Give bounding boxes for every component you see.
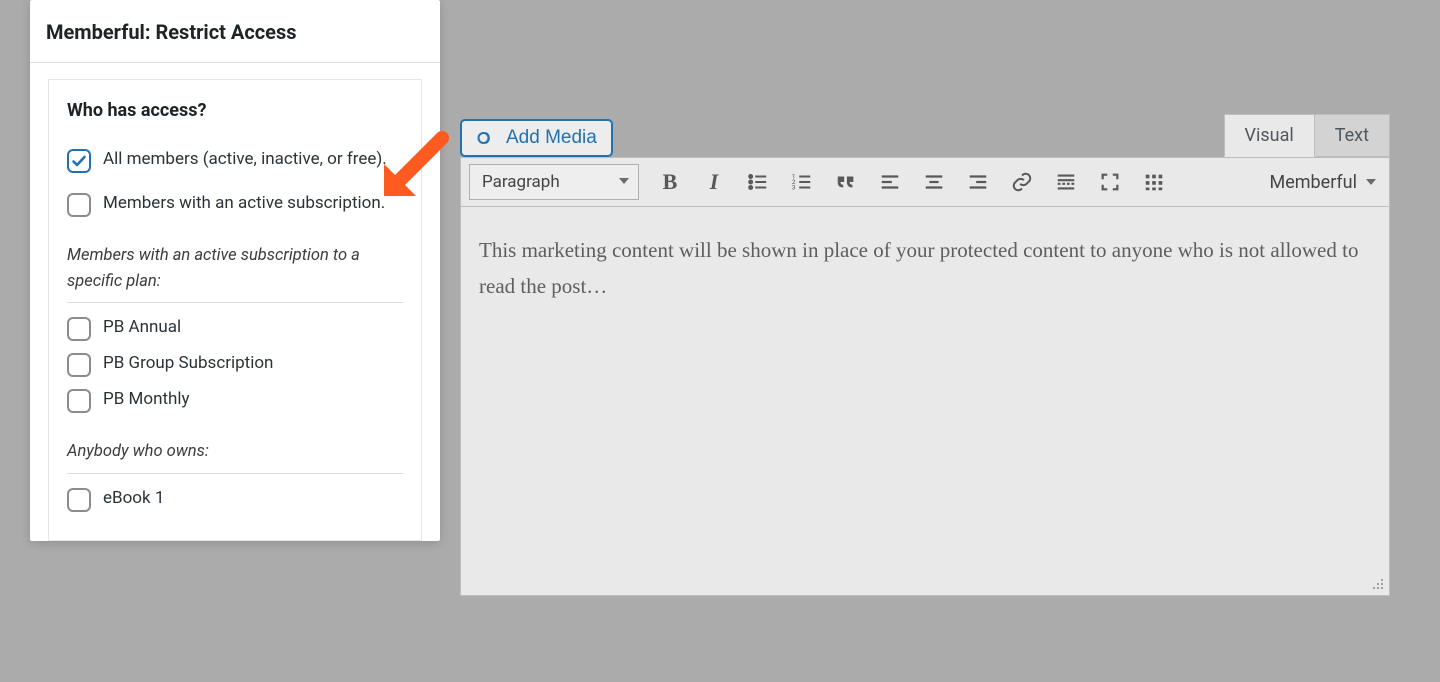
- owns-label: eBook 1: [103, 486, 164, 512]
- align-left-button[interactable]: [869, 161, 911, 203]
- option-label: All members (active, inactive, or free).: [103, 147, 387, 173]
- bullet-list-button[interactable]: [737, 161, 779, 203]
- checkbox-icon: [67, 353, 91, 377]
- checkbox-icon: [67, 317, 91, 341]
- resize-handle-icon[interactable]: [1369, 575, 1385, 591]
- editor-tabs: Visual Text: [1224, 114, 1390, 157]
- add-media-button[interactable]: Add Media: [460, 119, 613, 157]
- panel-body: Who has access? All members (active, ina…: [48, 79, 422, 541]
- panel-title: Memberful: Restrict Access: [30, 0, 440, 63]
- tab-visual[interactable]: Visual: [1224, 114, 1315, 157]
- plans-section-label: Members with an active subscription to a…: [67, 243, 403, 303]
- link-button[interactable]: [1001, 161, 1043, 203]
- owns-section-label: Anybody who owns:: [67, 439, 403, 474]
- paragraph-dropdown[interactable]: Paragraph: [469, 164, 639, 200]
- quote-button[interactable]: [825, 161, 867, 203]
- plan-pb-group[interactable]: PB Group Subscription: [67, 351, 403, 377]
- checkbox-icon: [67, 488, 91, 512]
- bold-button[interactable]: B: [649, 161, 691, 203]
- plan-label: PB Monthly: [103, 387, 190, 413]
- checkbox-icon: [67, 389, 91, 413]
- restrict-access-panel: Memberful: Restrict Access Who has acces…: [30, 0, 440, 541]
- who-has-access-label: Who has access?: [67, 100, 403, 121]
- add-media-label: Add Media: [506, 127, 597, 149]
- media-icon: [476, 128, 496, 148]
- editor-topbar: Add Media Visual Text: [460, 115, 1390, 157]
- italic-button[interactable]: I: [693, 161, 735, 203]
- memberful-dropdown[interactable]: Memberful: [1266, 172, 1382, 193]
- numbered-list-button[interactable]: 123: [781, 161, 823, 203]
- option-label: Members with an active subscription.: [103, 191, 385, 217]
- checkbox-icon: [67, 149, 91, 173]
- owns-ebook-1[interactable]: eBook 1: [67, 486, 403, 512]
- option-active-subscription[interactable]: Members with an active subscription.: [67, 191, 403, 217]
- align-center-button[interactable]: [913, 161, 955, 203]
- editor: Add Media Visual Text Paragraph B I 123: [460, 115, 1390, 596]
- chevron-down-icon: [1365, 172, 1377, 193]
- checkbox-icon: [67, 193, 91, 217]
- option-all-members[interactable]: All members (active, inactive, or free).: [67, 147, 403, 173]
- svg-text:3: 3: [792, 183, 796, 191]
- editor-content-area[interactable]: This marketing content will be shown in …: [460, 207, 1390, 596]
- toolbar-toggle-button[interactable]: [1133, 161, 1175, 203]
- editor-toolbar: Paragraph B I 123: [460, 157, 1390, 207]
- memberful-dropdown-label: Memberful: [1270, 172, 1358, 193]
- plan-pb-monthly[interactable]: PB Monthly: [67, 387, 403, 413]
- chevron-down-icon: [618, 172, 630, 192]
- editor-body-text: This marketing content will be shown in …: [479, 233, 1371, 304]
- paragraph-label: Paragraph: [482, 172, 560, 192]
- plan-label: PB Group Subscription: [103, 351, 273, 377]
- plan-label: PB Annual: [103, 315, 181, 341]
- plan-pb-annual[interactable]: PB Annual: [67, 315, 403, 341]
- insert-more-button[interactable]: [1045, 161, 1087, 203]
- align-right-button[interactable]: [957, 161, 999, 203]
- tab-text[interactable]: Text: [1315, 114, 1390, 157]
- fullscreen-button[interactable]: [1089, 161, 1131, 203]
